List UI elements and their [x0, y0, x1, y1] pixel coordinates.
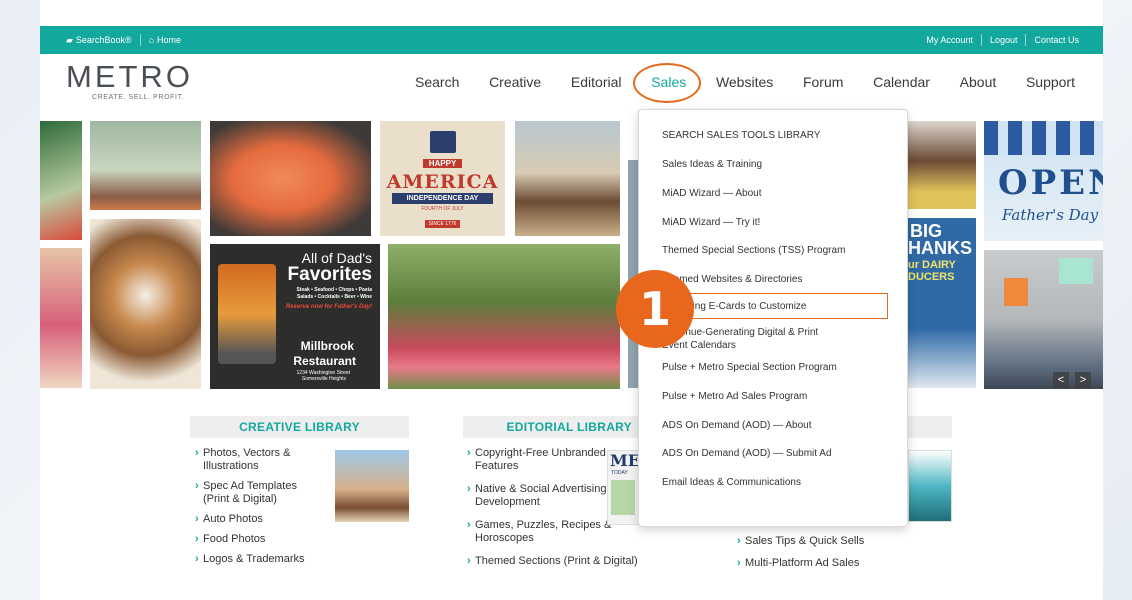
- tie-banner-icon: [984, 121, 1103, 155]
- milk-splash-image: [908, 328, 976, 388]
- menu-item-search-sales-tools[interactable]: SEARCH SALES TOOLS LIBRARY: [639, 128, 907, 143]
- main-nav: Search Creative Editorial Sales Websites…: [415, 63, 1075, 103]
- menu-item-email-ideas[interactable]: Email Ideas & Communications: [639, 475, 907, 490]
- menu-item-miad-try[interactable]: MiAD Wizard — Try it!: [639, 215, 907, 230]
- home-link[interactable]: ⌂ Home: [149, 35, 181, 45]
- list-item[interactable]: Copyright-Free Unbranded Features: [467, 447, 617, 473]
- list-item[interactable]: Native & Social Advertising Development: [467, 483, 617, 509]
- metro-logo[interactable]: METRO CREATE. SELL. PROFIT.: [66, 61, 206, 101]
- editorial-library-header[interactable]: EDITORIAL LIBRARY: [463, 416, 638, 438]
- sign-holders-photo[interactable]: [984, 250, 1103, 389]
- sales-library-list: Sales Tips & Quick Sells Multi-Platform …: [737, 535, 917, 577]
- home-icon: ⌂: [148, 35, 155, 45]
- menu-item-aod-about[interactable]: ADS On Demand (AOD) — About: [639, 418, 907, 433]
- gardener-photo[interactable]: [388, 244, 620, 389]
- top-bar: ▰ SearchBook® ⌂ Home My Account Logout C…: [40, 26, 1103, 54]
- creative-library-header[interactable]: CREATIVE LIBRARY: [190, 416, 409, 438]
- magazine-cover-image: [611, 480, 635, 515]
- nav-websites[interactable]: Websites: [716, 74, 773, 90]
- creative-library-list: Photos, Vectors & Illustrations Spec Ad …: [195, 447, 325, 573]
- menu-item-pulse-special-section[interactable]: Pulse + Metro Special Section Program: [639, 360, 907, 375]
- list-item[interactable]: Auto Photos: [195, 513, 325, 526]
- list-item[interactable]: Logos & Trademarks: [195, 553, 325, 566]
- nav-sales[interactable]: Sales: [633, 63, 702, 103]
- page: ▰ SearchBook® ⌂ Home My Account Logout C…: [40, 0, 1103, 600]
- woman-phone-photo[interactable]: [908, 121, 976, 209]
- menu-item-miad-about[interactable]: MiAD Wizard — About: [639, 186, 907, 201]
- dads-favorites-ad[interactable]: All of Dad's Favorites Steak • Seafood •…: [210, 244, 380, 389]
- my-account-link[interactable]: My Account: [926, 35, 973, 45]
- list-item[interactable]: Games, Puzzles, Recipes & Horoscopes: [467, 519, 627, 545]
- menu-item-tss-program[interactable]: Themed Special Sections (TSS) Program: [639, 243, 907, 258]
- fathers-day-open-ad[interactable]: OPEN Father's Day: [984, 121, 1103, 241]
- contact-us-link[interactable]: Contact Us: [1034, 35, 1079, 45]
- logout-link[interactable]: Logout: [990, 35, 1018, 45]
- list-item[interactable]: Themed Sections (Print & Digital): [467, 555, 667, 568]
- nav-editorial[interactable]: Editorial: [571, 74, 622, 90]
- list-item[interactable]: Multi-Platform Ad Sales: [737, 557, 917, 570]
- miad-wizard-thumbnail[interactable]: [908, 450, 952, 522]
- blank-sign: [1004, 278, 1028, 306]
- family-beach-thumbnail[interactable]: [335, 450, 409, 522]
- metro-today-magazine-thumbnail[interactable]: ME TODAY: [607, 450, 639, 525]
- nav-creative[interactable]: Creative: [489, 74, 541, 90]
- menu-item-sales-ideas[interactable]: Sales Ideas & Training: [639, 157, 907, 172]
- fries-photo: [218, 264, 276, 364]
- yoga-photo[interactable]: [90, 121, 201, 210]
- menu-item-aod-submit[interactable]: ADS On Demand (AOD) — Submit Ad: [639, 446, 907, 461]
- list-item[interactable]: Sales Tips & Quick Sells: [737, 535, 917, 548]
- editorial-library-list: Copyright-Free Unbranded Features Native…: [467, 447, 638, 575]
- fair-photo[interactable]: [40, 248, 82, 388]
- sales-library-header[interactable]: [908, 416, 952, 438]
- list-item[interactable]: Photos, Vectors & Illustrations: [195, 447, 325, 473]
- uncle-sam-hat-icon: [429, 131, 456, 153]
- carousel-prev-button[interactable]: <: [1053, 372, 1069, 388]
- nav-support[interactable]: Support: [1026, 74, 1075, 90]
- beagle-photo[interactable]: [90, 219, 201, 389]
- nav-forum[interactable]: Forum: [803, 74, 843, 90]
- carousel-next-button[interactable]: >: [1075, 372, 1091, 388]
- salmon-photo[interactable]: [210, 121, 371, 236]
- cyclist-photo[interactable]: [40, 121, 82, 240]
- step-number-badge: 1: [616, 270, 694, 348]
- blank-sign: [1059, 258, 1093, 284]
- dairy-thanks-ad[interactable]: BIG HANKS ur DAIRY DUCERS: [908, 218, 976, 388]
- happy-america-card[interactable]: HAPPY AMERICA INDEPENDENCE DAY FOURTH OF…: [380, 121, 505, 236]
- searchbook-link[interactable]: ▰ SearchBook®: [66, 35, 132, 46]
- book-icon: ▰: [66, 34, 73, 45]
- menu-item-pulse-ad-sales[interactable]: Pulse + Metro Ad Sales Program: [639, 389, 907, 404]
- nav-search[interactable]: Search: [415, 74, 459, 90]
- list-item[interactable]: Food Photos: [195, 533, 325, 546]
- nav-about[interactable]: About: [960, 74, 997, 90]
- list-item[interactable]: Spec Ad Templates (Print & Digital): [195, 480, 325, 506]
- rodeo-photo[interactable]: [515, 121, 620, 236]
- nav-calendar[interactable]: Calendar: [873, 74, 930, 90]
